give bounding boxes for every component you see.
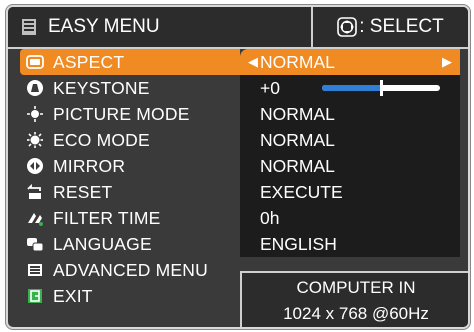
eco-mode-value[interactable]: NORMAL	[240, 127, 460, 153]
menu-item-label: ECO MODE	[53, 129, 150, 150]
filter-time-icon	[28, 213, 43, 226]
eco-mode-icon	[27, 132, 43, 148]
menu-item-eco-mode[interactable]: ECO MODE NORMAL	[8, 127, 468, 153]
menu-item-label: RESET	[53, 181, 113, 202]
menu-item-label: PICTURE MODE	[53, 103, 190, 124]
menu-item-value: NORMAL	[260, 103, 335, 124]
menu-item-value: +0	[260, 77, 280, 98]
menu-icon	[22, 19, 36, 35]
slider-knob[interactable]	[380, 80, 383, 96]
menu-item-label: KEYSTONE	[53, 77, 150, 98]
input-signal: 1024 x 768 @60Hz	[283, 304, 429, 323]
keystone-icon	[27, 80, 43, 96]
menu-item-value: NORMAL	[260, 129, 335, 150]
menu-item-aspect[interactable]: ASPECT ◀ NORMAL ▶	[8, 49, 468, 75]
picture-mode-value[interactable]: NORMAL	[240, 101, 460, 127]
reset-value[interactable]: EXECUTE	[240, 179, 460, 205]
dpad-icon	[337, 17, 358, 37]
menu-item-mirror[interactable]: MIRROR NORMAL	[8, 153, 468, 179]
exit-icon	[28, 289, 42, 303]
arrow-right-icon[interactable]: ▶	[442, 54, 452, 70]
reset-icon	[27, 183, 41, 199]
menu-item-value: NORMAL	[260, 51, 335, 72]
menu-item-label: ASPECT	[53, 51, 125, 72]
aspect-value[interactable]: ◀ NORMAL ▶	[240, 49, 460, 75]
menu-item-reset[interactable]: RESET EXECUTE	[8, 179, 468, 205]
menu-item-value: 0h	[260, 207, 280, 228]
menu-item-label: FILTER TIME	[53, 207, 161, 228]
menu-item-value: EXECUTE	[260, 181, 343, 202]
menu-list: ASPECT ◀ NORMAL ▶ KEYSTONE +0 PICTURE MO…	[8, 49, 468, 309]
select-hint-label: : SELECT	[359, 16, 444, 37]
mirror-value[interactable]: NORMAL	[240, 153, 460, 179]
input-source: COMPUTER IN	[296, 278, 416, 297]
menu-item-label: LANGUAGE	[53, 233, 152, 254]
language-icon	[27, 238, 44, 252]
menu-item-keystone[interactable]: KEYSTONE +0	[8, 75, 468, 101]
input-info-panel: COMPUTER IN 1024 x 768 @60Hz	[240, 271, 468, 327]
menu-item-label: MIRROR	[53, 155, 126, 176]
aspect-icon	[26, 55, 44, 69]
advanced-menu-icon	[28, 264, 42, 276]
keystone-value[interactable]: +0	[240, 75, 460, 101]
menu-item-label: EXIT	[53, 285, 93, 306]
menu-title: EASY MENU	[48, 16, 160, 37]
mirror-icon	[27, 158, 43, 174]
arrow-left-icon[interactable]: ◀	[248, 54, 258, 70]
keystone-slider[interactable]	[322, 80, 440, 96]
menu-item-value: NORMAL	[260, 155, 335, 176]
menu-item-picture-mode[interactable]: PICTURE MODE NORMAL	[8, 101, 468, 127]
picture-mode-icon	[27, 106, 43, 122]
menu-item-value: ENGLISH	[260, 233, 337, 254]
menu-item-language[interactable]: LANGUAGE ENGLISH	[8, 231, 468, 257]
menu-item-label: ADVANCED MENU	[53, 259, 208, 280]
menu-header: EASY MENU	[8, 7, 313, 49]
select-hint: : SELECT	[313, 7, 468, 49]
slider-fill	[322, 85, 381, 91]
menu-item-filter-time[interactable]: FILTER TIME 0h	[8, 205, 468, 231]
language-value[interactable]: ENGLISH	[240, 231, 460, 257]
projector-osd: EASY MENU : SELECT ASPECT ◀ NORMAL ▶ KEY…	[6, 5, 470, 329]
filter-time-value[interactable]: 0h	[240, 205, 460, 231]
